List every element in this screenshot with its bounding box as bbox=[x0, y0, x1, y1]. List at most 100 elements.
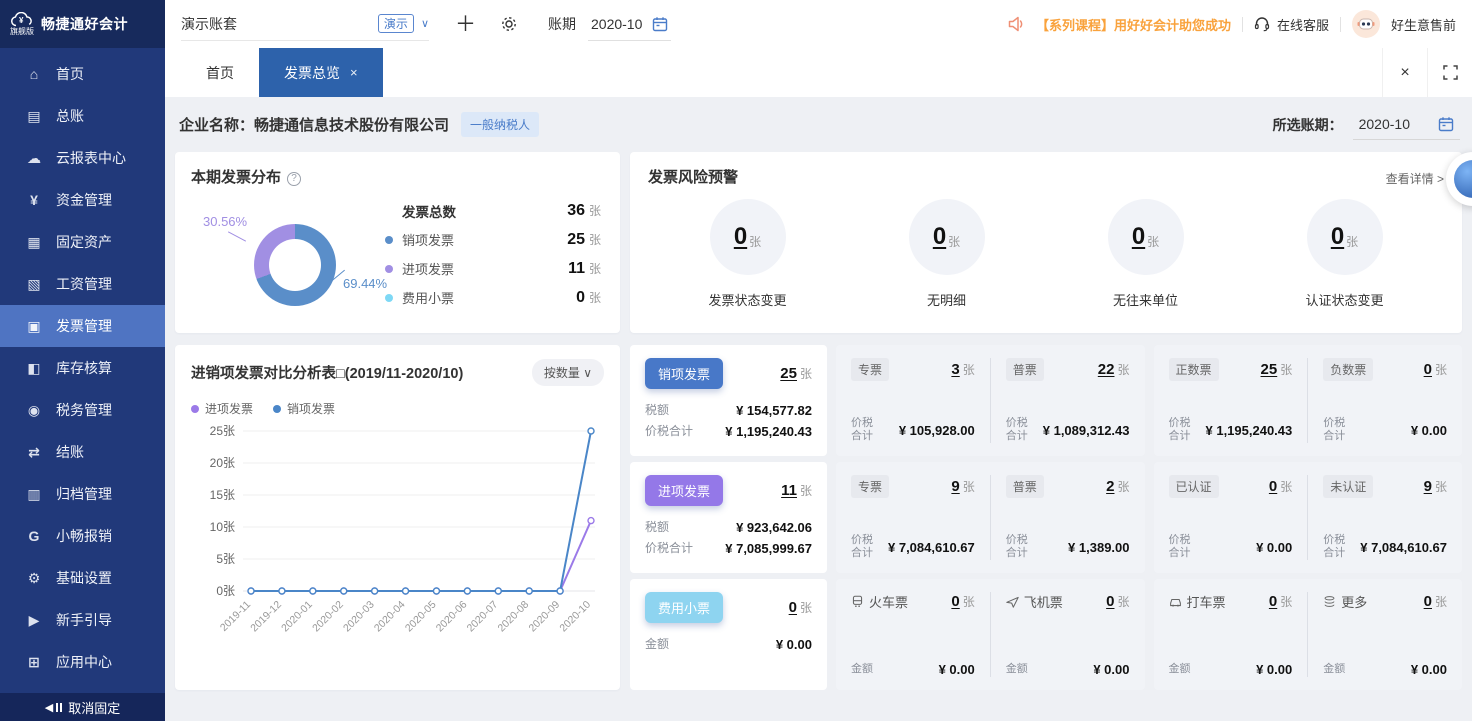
view-details-link[interactable]: 查看详情 > bbox=[1386, 170, 1444, 187]
add-account-set-button[interactable]: ＋ bbox=[455, 14, 476, 35]
risk-title: 发票风险预警 bbox=[648, 169, 738, 186]
sidebar-item-closing[interactable]: ⇄结账 bbox=[0, 431, 165, 473]
sidebar-item-label: 云报表中心 bbox=[56, 148, 126, 168]
stat-label: 价税合计 bbox=[645, 538, 693, 559]
svg-text:2020-06: 2020-06 bbox=[434, 599, 470, 635]
tab-invoice-overview[interactable]: 发票总览 × bbox=[259, 48, 383, 97]
sidebar-item-expense[interactable]: G小畅报销 bbox=[0, 515, 165, 557]
home-icon: ⌂ bbox=[25, 66, 43, 82]
selected-period-picker[interactable]: 2020-10 bbox=[1353, 109, 1460, 140]
sidebar-item-guide[interactable]: ▶新手引导 bbox=[0, 599, 165, 641]
chevron-down-icon[interactable]: ∨ bbox=[421, 17, 429, 30]
count-link[interactable]: 9 bbox=[1424, 478, 1432, 495]
sidebar-item-settings[interactable]: ⚙基础设置 bbox=[0, 557, 165, 599]
help-icon[interactable]: ? bbox=[287, 172, 301, 186]
sidebar-item-fixed-assets[interactable]: ▦固定资产 bbox=[0, 221, 165, 263]
user-label[interactable]: 好生意售前 bbox=[1391, 15, 1456, 34]
cell-label: 价税 合计 bbox=[1169, 534, 1191, 560]
invoice-sub-panel: 正数票25张价税 合计¥ 1,195,240.43负数票0张价税 合计¥ 0.0… bbox=[1154, 345, 1463, 456]
cell-name: 飞机票 bbox=[1006, 592, 1063, 611]
invoice-row: 销项发票25张税额¥ 154,577.82价税合计¥ 1,195,240.43专… bbox=[630, 345, 1462, 456]
invoice-type-badge[interactable]: 进项发票 bbox=[645, 475, 723, 506]
sidebar-item-tax[interactable]: ◉税务管理 bbox=[0, 389, 165, 431]
count-link[interactable]: 0 bbox=[951, 593, 959, 610]
svg-text:2020-01: 2020-01 bbox=[279, 599, 315, 635]
sidebar-item-ledger[interactable]: ▤总账 bbox=[0, 95, 165, 137]
sidebar-item-inventory[interactable]: ◧库存核算 bbox=[0, 347, 165, 389]
invoice-type-badge[interactable]: 费用小票 bbox=[645, 592, 723, 623]
demo-badge: 演示 bbox=[378, 14, 414, 33]
risk-item[interactable]: 0张认证状态变更 bbox=[1245, 199, 1444, 309]
cell-label: 金额 bbox=[1323, 663, 1345, 676]
risk-item[interactable]: 0张发票状态变更 bbox=[648, 199, 847, 309]
count-link[interactable]: 0 bbox=[1269, 478, 1277, 495]
count-link[interactable]: 0 bbox=[789, 599, 797, 616]
invoice-icon: ▣ bbox=[25, 318, 43, 335]
risk-item[interactable]: 0张无往来单位 bbox=[1046, 199, 1245, 309]
unpin-button[interactable]: ◀ 取消固定 bbox=[0, 693, 165, 721]
sidebar-item-home[interactable]: ⌂首页 bbox=[0, 53, 165, 95]
svg-text:2020-10: 2020-10 bbox=[557, 599, 593, 635]
cell-count: 3张 bbox=[951, 361, 974, 379]
calendar-icon[interactable] bbox=[1438, 116, 1454, 132]
by-quantity-dropdown[interactable]: 按数量 ∨ bbox=[532, 359, 604, 386]
count-link[interactable]: 25 bbox=[780, 365, 797, 382]
risk-count[interactable]: 0 bbox=[933, 223, 946, 251]
sidebar-item-salary[interactable]: ▧工资管理 bbox=[0, 263, 165, 305]
avatar[interactable] bbox=[1352, 10, 1380, 38]
period-picker[interactable]: 2020-10 bbox=[588, 7, 671, 41]
sidebar-item-invoice[interactable]: ▣发票管理 bbox=[0, 305, 165, 347]
trend-title: 进销项发票对比分析表□(2019/11-2020/10) bbox=[191, 362, 463, 383]
account-set-field[interactable]: 演示账套 演示 ∨ bbox=[181, 7, 429, 41]
legend-unit: 张 bbox=[589, 289, 601, 306]
sidebar-item-funds[interactable]: ¥资金管理 bbox=[0, 179, 165, 221]
sidebar-item-archive[interactable]: ▥归档管理 bbox=[0, 473, 165, 515]
stat-label: 价税合计 bbox=[645, 421, 693, 442]
calendar-icon[interactable] bbox=[652, 16, 668, 32]
funds-icon: ¥ bbox=[25, 192, 43, 208]
count-link[interactable]: 0 bbox=[1106, 593, 1114, 610]
tab-home[interactable]: 首页 bbox=[181, 48, 259, 97]
ledger-icon: ▤ bbox=[25, 108, 43, 125]
count-unit: 张 bbox=[963, 480, 975, 494]
count-link[interactable]: 25 bbox=[1261, 361, 1278, 378]
invoice-type-count: 11张 bbox=[781, 482, 812, 500]
fullscreen-icon[interactable] bbox=[1427, 48, 1472, 97]
stat-label: 金额 bbox=[645, 634, 669, 655]
sidebar-item-apps[interactable]: ⊞应用中心 bbox=[0, 641, 165, 683]
count-link[interactable]: 22 bbox=[1098, 361, 1115, 378]
sidebar-item-label: 归档管理 bbox=[56, 484, 112, 504]
speaker-icon bbox=[1008, 16, 1025, 32]
close-all-icon[interactable]: × bbox=[1382, 48, 1427, 97]
legend-name: 费用小票 bbox=[402, 288, 576, 307]
count-link[interactable]: 2 bbox=[1106, 478, 1114, 495]
gear-icon[interactable] bbox=[500, 15, 518, 33]
count-link[interactable]: 0 bbox=[1424, 361, 1432, 378]
promo-link[interactable]: 【系列课程】用好好会计助您成功 bbox=[1036, 15, 1231, 34]
cell-tag: 未认证 bbox=[1323, 475, 1373, 498]
cell-name-label: 打车票 bbox=[1187, 592, 1226, 611]
risk-count[interactable]: 0 bbox=[734, 223, 747, 251]
online-service-button[interactable]: 在线客服 bbox=[1254, 15, 1329, 34]
risk-count[interactable]: 0 bbox=[1132, 223, 1145, 251]
risk-count[interactable]: 0 bbox=[1331, 223, 1344, 251]
svg-text:0张: 0张 bbox=[216, 584, 235, 598]
invoice-sub-cell: 负数票0张价税 合计¥ 0.00 bbox=[1307, 358, 1462, 443]
invoice-type-badge[interactable]: 销项发票 bbox=[645, 358, 723, 389]
count-unit: 张 bbox=[1435, 480, 1447, 494]
count-link[interactable]: 3 bbox=[951, 361, 959, 378]
legend-value: 11 bbox=[568, 260, 585, 278]
risk-circle: 0张 bbox=[1108, 199, 1184, 275]
expense-icon: G bbox=[25, 528, 43, 544]
count-link[interactable]: 0 bbox=[1424, 593, 1432, 610]
invoice-type-count: 0张 bbox=[789, 599, 812, 617]
invoice-sub-panel: 专票3张价税 合计¥ 105,928.00普票22张价税 合计¥ 1,089,3… bbox=[836, 345, 1145, 456]
tab-close-icon[interactable]: × bbox=[350, 65, 358, 80]
count-link[interactable]: 11 bbox=[781, 482, 797, 499]
count-unit: 张 bbox=[963, 595, 975, 609]
count-link[interactable]: 0 bbox=[1269, 593, 1277, 610]
sidebar-item-cloud-report[interactable]: ☁云报表中心 bbox=[0, 137, 165, 179]
tax-icon: ◉ bbox=[25, 402, 43, 419]
count-link[interactable]: 9 bbox=[951, 478, 959, 495]
risk-item[interactable]: 0张无明细 bbox=[847, 199, 1046, 309]
